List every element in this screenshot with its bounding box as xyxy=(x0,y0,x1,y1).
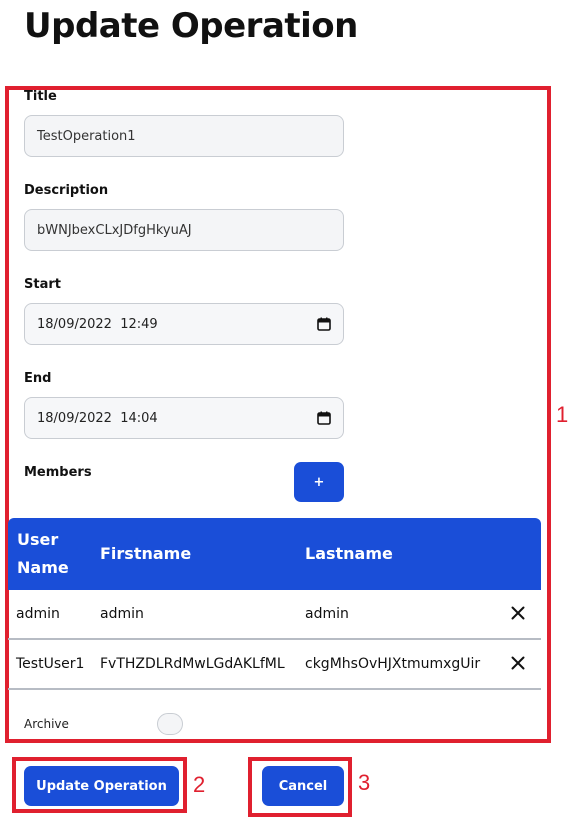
members-table: User Name Firstname Lastname admin admin… xyxy=(8,518,541,690)
column-header-lastname: Lastname xyxy=(305,544,393,563)
description-input-value: bWNJbexCLxJDfgHkyuAJ xyxy=(37,222,192,238)
annotation-number-2: 2 xyxy=(193,772,206,797)
cell-lastname: ckgMhsOvHJXtmumxgUir xyxy=(305,656,481,672)
title-input-value: TestOperation1 xyxy=(37,128,136,144)
add-member-button[interactable]: + xyxy=(294,462,344,502)
end-datetime-value: 18/09/2022 14:04 xyxy=(37,410,158,426)
start-label: Start xyxy=(24,277,61,292)
annotation-number-3: 3 xyxy=(358,770,371,795)
table-row: TestUser1 FvTHZDLRdMwLGdAKLfML ckgMhsOvH… xyxy=(8,640,541,690)
archive-label: Archive xyxy=(24,717,69,731)
cell-username: admin xyxy=(16,606,60,622)
archive-checkbox[interactable] xyxy=(157,713,183,735)
close-icon[interactable] xyxy=(511,656,525,670)
cell-lastname: admin xyxy=(305,606,349,622)
cell-username: TestUser1 xyxy=(16,656,85,672)
title-input[interactable]: TestOperation1 xyxy=(24,115,344,157)
close-icon[interactable] xyxy=(511,606,525,620)
members-label: Members xyxy=(24,465,92,480)
table-row: admin admin admin xyxy=(8,590,541,640)
end-datetime-input[interactable]: 18/09/2022 14:04 xyxy=(24,397,344,439)
start-datetime-input[interactable]: 18/09/2022 12:49 xyxy=(24,303,344,345)
title-label: Title xyxy=(24,89,57,104)
calendar-icon[interactable] xyxy=(317,411,331,425)
page-title: Update Operation xyxy=(24,6,358,46)
update-operation-button[interactable]: Update Operation xyxy=(24,766,179,806)
table-header: User Name Firstname Lastname xyxy=(8,518,541,590)
calendar-icon[interactable] xyxy=(317,317,331,331)
cell-firstname: admin xyxy=(100,606,144,622)
start-datetime-value: 18/09/2022 12:49 xyxy=(37,316,158,332)
cell-firstname: FvTHZDLRdMwLGdAKLfML xyxy=(100,656,285,672)
cancel-button[interactable]: Cancel xyxy=(262,766,344,806)
column-header-firstname: Firstname xyxy=(100,544,192,563)
description-label: Description xyxy=(24,183,109,198)
annotation-number-1: 1 xyxy=(556,402,569,427)
column-header-username: User Name xyxy=(17,530,69,577)
description-input[interactable]: bWNJbexCLxJDfgHkyuAJ xyxy=(24,209,344,251)
end-label: End xyxy=(24,371,52,386)
